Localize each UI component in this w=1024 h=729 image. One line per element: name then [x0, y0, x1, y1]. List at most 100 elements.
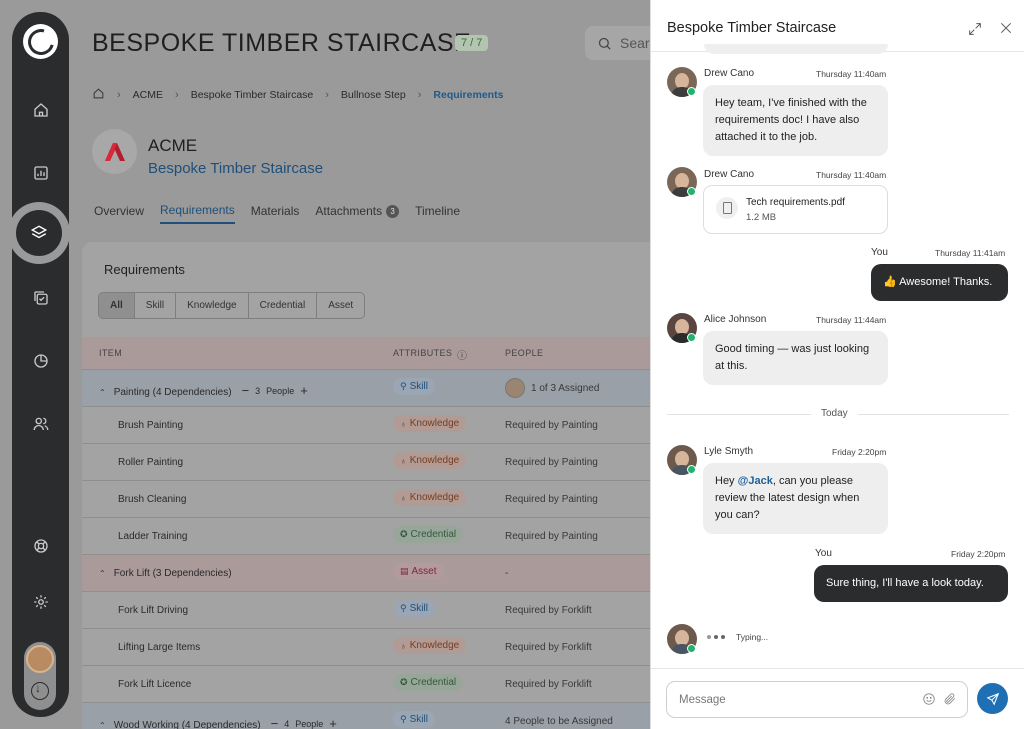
user-menu[interactable] [24, 642, 56, 710]
chart-icon[interactable] [28, 160, 54, 186]
chevron-right-icon: › [117, 89, 121, 101]
users-icon[interactable] [28, 411, 54, 437]
filter-skill[interactable]: Skill [135, 293, 177, 318]
attribute-tag-skill: ⚲ Skill [393, 711, 435, 728]
row-item-label: Roller Painting [118, 457, 184, 468]
stepper-value: 4 [284, 718, 290, 729]
tab-overview[interactable]: Overview [94, 203, 144, 224]
user-mention[interactable]: @Jack [738, 475, 773, 487]
minus-icon[interactable]: − [271, 716, 279, 729]
breadcrumb-current: Requirements [433, 89, 504, 101]
row-item-label: Fork Lift Licence [118, 679, 192, 690]
people-stepper[interactable]: −3 People + [242, 383, 308, 398]
message-sender: Drew Cano [704, 169, 755, 180]
emoji-icon[interactable] [922, 692, 936, 706]
chevron-right-icon: › [417, 89, 422, 101]
download-icon[interactable] [31, 681, 49, 700]
previous-message-bubble [704, 44, 888, 54]
home-icon[interactable] [28, 97, 54, 123]
paperclip-icon[interactable] [943, 692, 957, 706]
attribute-tag-label: Credential [410, 529, 457, 540]
info-icon[interactable]: ⓘ [457, 347, 467, 362]
user-avatar[interactable] [26, 645, 54, 673]
file-attachment[interactable]: Tech requirements.pdf 1.2 MB [703, 185, 888, 234]
assignee-avatar[interactable] [505, 378, 525, 398]
table-group-row[interactable]: ⌃ Fork Lift (3 Dependencies) ▤ Asset - [82, 554, 682, 591]
send-button[interactable] [977, 683, 1008, 714]
pie-chart-icon[interactable] [28, 348, 54, 374]
filter-knowledge[interactable]: Knowledge [176, 293, 249, 318]
attribute-tag-label: Skill [409, 603, 428, 614]
layers-icon[interactable] [16, 210, 62, 256]
plus-icon[interactable]: + [329, 716, 337, 729]
table-row[interactable]: Fork Lift Licence ✪ Credential Required by … [82, 665, 682, 702]
column-header-item: ITEM [99, 348, 123, 358]
table-row[interactable]: Brush Cleaning ♁ Knowledge Required by Pain… [82, 480, 682, 517]
table-row[interactable]: Roller Painting ♁ Knowledge Required by Pai… [82, 443, 682, 480]
table-group-row[interactable]: ⌃ Painting (4 Dependencies) −3 People + ⚲ Skil… [82, 369, 682, 406]
home-breadcrumb-icon[interactable] [92, 87, 105, 103]
chevron-up-icon[interactable]: ⌃ [99, 388, 106, 397]
row-item-label: Fork Lift (3 Dependencies) [113, 568, 232, 579]
breadcrumb-item[interactable]: ACME [133, 89, 163, 101]
attribute-tag-knowledge: ♁ Knowledge [393, 452, 467, 469]
breadcrumb-item[interactable]: Bullnose Step [341, 89, 406, 101]
requirements-card: Requirements All Skill Knowledge Credent… [82, 242, 682, 729]
attribute-tag-asset: ▤ Asset [393, 563, 444, 580]
people-status: Required by Forklift [505, 642, 592, 653]
app-logo[interactable] [23, 24, 58, 59]
row-item-label: Brush Painting [118, 420, 184, 431]
file-name: Tech requirements.pdf [746, 197, 845, 208]
expand-icon[interactable] [967, 21, 983, 37]
table-group-row[interactable]: ⌃ Wood Working (4 Dependencies) −4 People + ⚲… [82, 702, 682, 729]
file-size: 1.2 MB [746, 212, 777, 223]
people-stepper[interactable]: −4 People + [271, 716, 337, 729]
row-item-label: Wood Working (4 Dependencies) [113, 720, 261, 729]
people-status: - [505, 568, 509, 579]
knowledge-icon: ♁ [400, 455, 407, 466]
checklist-icon[interactable] [28, 285, 54, 311]
message-sender: You [815, 548, 832, 559]
tab-attachments[interactable]: Attachments 3 [315, 203, 400, 224]
credential-icon: ✪ [400, 677, 408, 687]
table-row[interactable]: Lifting Large Items ♁ Knowledge Required by… [82, 628, 682, 665]
table-row[interactable]: Brush Painting ♁ Knowledge Required by Pain… [82, 406, 682, 443]
table-row[interactable]: Fork Lift Driving ⚲ Skill Required by Forkl… [82, 591, 682, 628]
people-status: Required by Painting [505, 531, 598, 542]
people-status: 4 People to be Assigned [505, 716, 613, 727]
filter-all[interactable]: All [99, 293, 135, 318]
plus-icon[interactable]: + [300, 383, 308, 398]
knowledge-icon: ♁ [400, 418, 407, 429]
column-header-attributes: ATTRIBUTES [393, 348, 453, 358]
online-indicator [687, 87, 696, 96]
filter-group: All Skill Knowledge Credential Asset [98, 292, 366, 319]
table-row[interactable]: Ladder Training ✪ Credential Required by Pa… [82, 517, 682, 554]
tab-timeline[interactable]: Timeline [415, 203, 460, 224]
knowledge-icon: ♁ [400, 492, 407, 503]
online-indicator [687, 644, 696, 653]
message-bubble: Hey @Jack, can you please review the lat… [703, 463, 888, 534]
help-lifebuoy-icon[interactable] [28, 533, 54, 559]
chevron-up-icon[interactable]: ⌃ [99, 569, 106, 578]
row-item-label: Ladder Training [118, 531, 188, 542]
filter-asset[interactable]: Asset [317, 293, 364, 318]
tab-bar: Overview Requirements Materials Attachme… [94, 203, 460, 224]
knowledge-icon: ♁ [400, 640, 407, 651]
message-bubble: Hey team, I've finished with the require… [703, 85, 888, 156]
job-name[interactable]: Bespoke Timber Staircase [148, 160, 323, 177]
chat-panel: Bespoke Timber Staircase Drew Cano Thurs… [650, 0, 1024, 729]
filter-credential[interactable]: Credential [249, 293, 318, 318]
chevron-up-icon[interactable]: ⌃ [99, 721, 106, 729]
chat-title: Bespoke Timber Staircase [667, 20, 837, 36]
people-status: Required by Painting [505, 457, 598, 468]
page-title: BESPOKE TIMBER STAIRCASE [92, 29, 472, 57]
breadcrumb-item[interactable]: Bespoke Timber Staircase [191, 89, 314, 101]
attribute-tag-label: Knowledge [409, 418, 460, 429]
online-indicator [687, 187, 696, 196]
row-item-label: Fork Lift Driving [118, 605, 189, 616]
tab-materials[interactable]: Materials [251, 203, 300, 224]
minus-icon[interactable]: − [242, 383, 250, 398]
close-icon[interactable] [998, 20, 1014, 36]
settings-gear-icon[interactable] [28, 589, 54, 615]
tab-requirements[interactable]: Requirements [160, 203, 235, 224]
